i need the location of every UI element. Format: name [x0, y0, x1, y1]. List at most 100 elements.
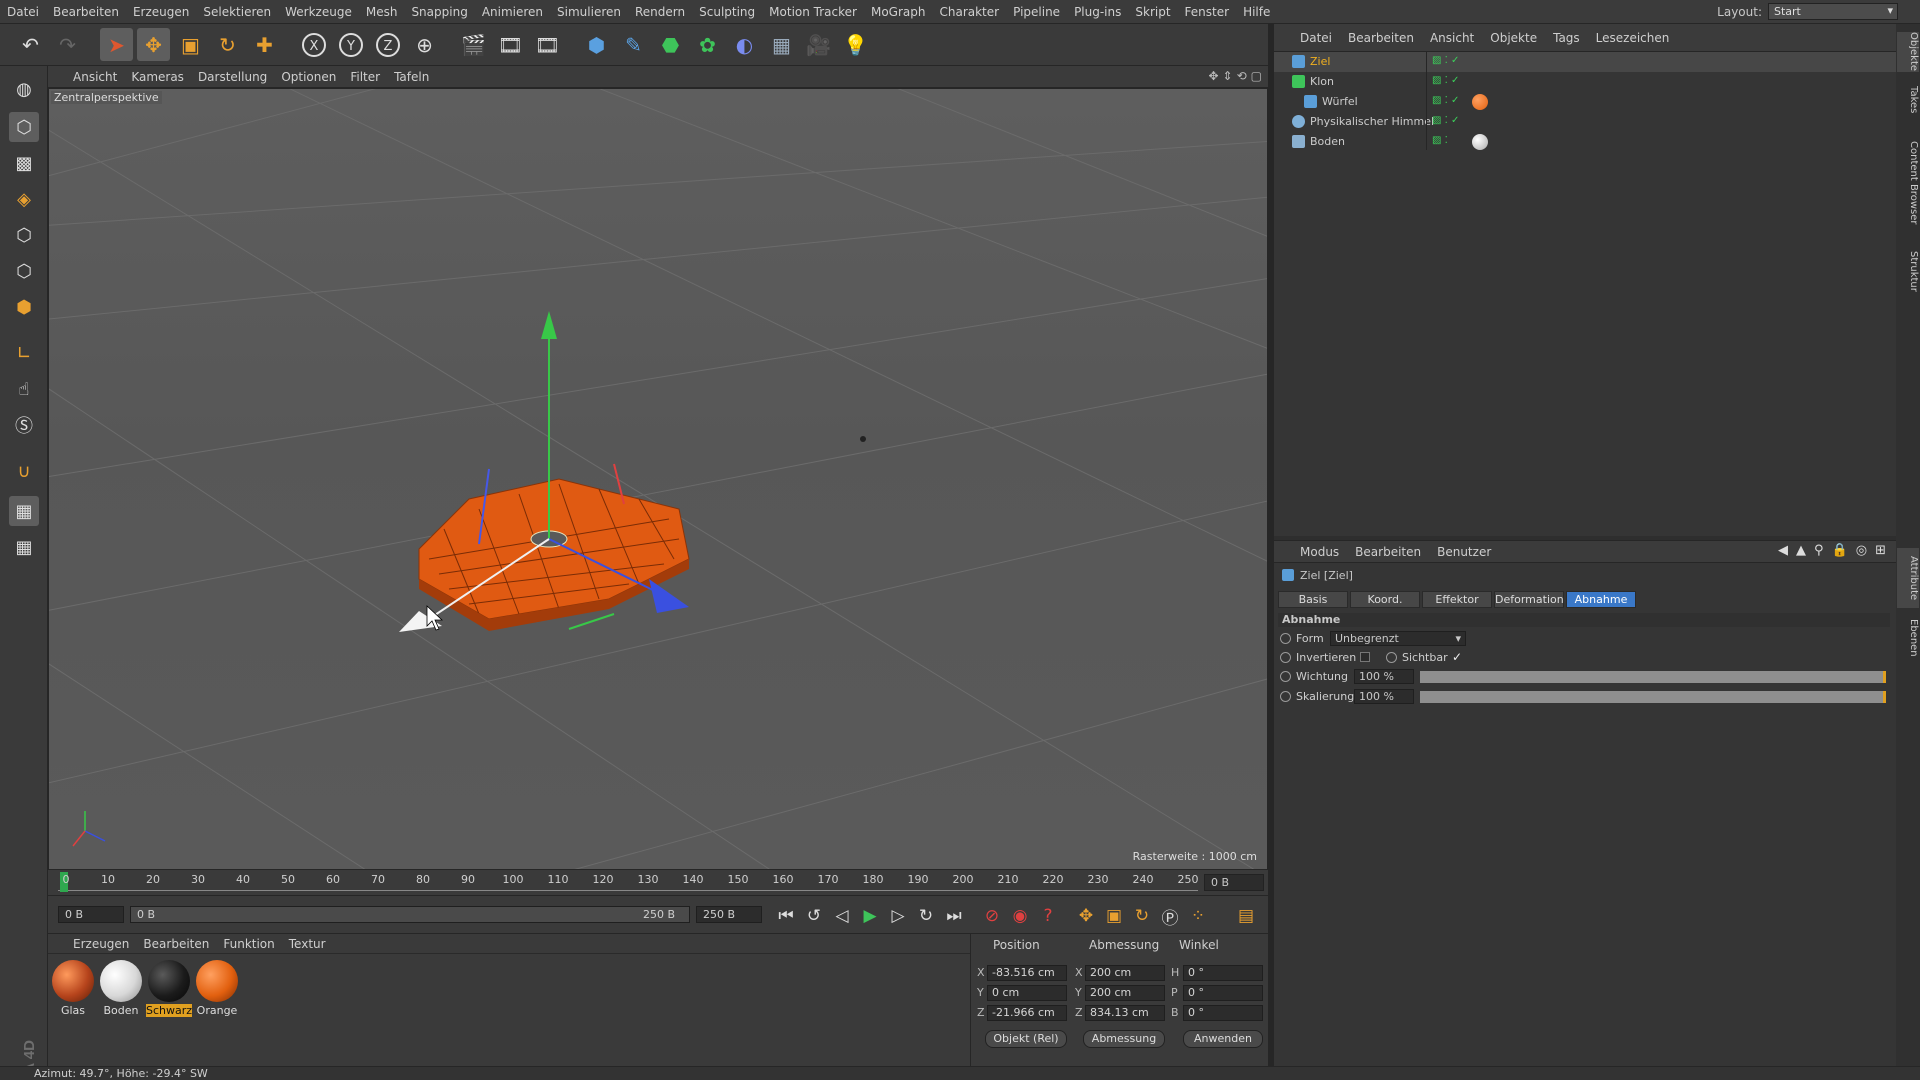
- axis-mode-icon[interactable]: ∟: [9, 338, 39, 368]
- obj-menu-ansicht[interactable]: Ansicht: [1422, 31, 1482, 45]
- menu-mesh[interactable]: Mesh: [359, 5, 405, 19]
- menu-skript[interactable]: Skript: [1128, 5, 1177, 19]
- material-swatch[interactable]: Schwarz: [146, 958, 192, 1018]
- layout-select[interactable]: Start: [1768, 3, 1898, 20]
- menu-animieren[interactable]: Animieren: [475, 5, 550, 19]
- mat-menu-bearbeiten[interactable]: Bearbeiten: [136, 937, 216, 951]
- 3d-viewport[interactable]: Zentralperspektive Rasterweite : 1000 cm: [48, 88, 1268, 870]
- start-frame-field[interactable]: 0 B: [58, 906, 124, 923]
- subdivision-icon[interactable]: ⬣: [654, 28, 687, 61]
- lock-z-icon[interactable]: Z: [371, 28, 404, 61]
- invert-checkbox[interactable]: [1360, 652, 1370, 662]
- size-x-field[interactable]: 200 cm: [1085, 965, 1165, 981]
- tab-deformation[interactable]: Deformation: [1494, 591, 1564, 608]
- lock-x-icon[interactable]: X: [297, 28, 330, 61]
- menu-snapping[interactable]: Snapping: [404, 5, 474, 19]
- material-tag-icon[interactable]: [1472, 94, 1488, 110]
- menu-rendern[interactable]: Rendern: [628, 5, 692, 19]
- animate-radio[interactable]: [1386, 652, 1397, 663]
- light-icon[interactable]: 💡: [839, 28, 872, 61]
- timeline-window-icon[interactable]: ▤: [1234, 904, 1258, 928]
- scale-field[interactable]: 100 %: [1354, 689, 1414, 704]
- new-panel-icon[interactable]: ⊞: [1875, 543, 1886, 558]
- menu-selektieren[interactable]: Selektieren: [196, 5, 278, 19]
- angle-b-field[interactable]: 0 °: [1183, 1005, 1263, 1021]
- tweak-mode-icon[interactable]: ☝: [9, 374, 39, 404]
- next-key-icon[interactable]: ↻: [914, 904, 938, 928]
- object-row-himmel[interactable]: Physikalischer Himmel ▨ ⁚ ✓: [1274, 112, 1896, 132]
- obj-menu-tags[interactable]: Tags: [1545, 31, 1588, 45]
- magnet-icon[interactable]: ∪: [9, 456, 39, 486]
- side-tab-content-browser[interactable]: Content Browser: [1897, 128, 1919, 238]
- side-tab-objekte[interactable]: Objekte: [1897, 32, 1919, 72]
- workplane-icon[interactable]: ◈: [9, 184, 39, 214]
- menu-fenster[interactable]: Fenster: [1178, 5, 1237, 19]
- settings-icon[interactable]: ◎: [1856, 543, 1867, 558]
- position-x-field[interactable]: -83.516 cm: [987, 965, 1067, 981]
- visibility-flags[interactable]: ▨ ⁚ ✓: [1432, 55, 1459, 66]
- tab-effektor[interactable]: Effektor: [1422, 591, 1492, 608]
- animate-radio[interactable]: [1280, 652, 1291, 663]
- undo-icon[interactable]: ↶: [14, 28, 47, 61]
- menu-hilfe[interactable]: Hilfe: [1236, 5, 1277, 19]
- tab-koord[interactable]: Koord.: [1350, 591, 1420, 608]
- range-slider[interactable]: 0 B 250 B: [130, 906, 690, 923]
- object-row-boden[interactable]: Boden ▨ ⁚: [1274, 132, 1896, 152]
- material-swatch[interactable]: Glas: [50, 958, 96, 1018]
- menu-datei[interactable]: Datei: [0, 5, 46, 19]
- obj-menu-datei[interactable]: Datei: [1292, 31, 1340, 45]
- current-frame-field[interactable]: 0 B: [1204, 874, 1264, 891]
- angle-p-field[interactable]: 0 °: [1183, 985, 1263, 1001]
- lock-icon[interactable]: 🔒: [1832, 543, 1848, 558]
- menu-erzeugen[interactable]: Erzeugen: [126, 5, 196, 19]
- material-swatch[interactable]: Boden: [98, 958, 144, 1018]
- render-picture-viewer-icon[interactable]: 🎞: [494, 28, 527, 61]
- key-rotation-icon[interactable]: ↻: [1130, 904, 1154, 928]
- texture-mode-icon[interactable]: ▩: [9, 148, 39, 178]
- material-swatch[interactable]: Orange: [194, 958, 240, 1018]
- attr-menu-bearbeiten[interactable]: Bearbeiten: [1347, 545, 1429, 559]
- menu-charakter[interactable]: Charakter: [932, 5, 1006, 19]
- polygons-mode-icon[interactable]: ⬢: [9, 292, 39, 322]
- position-z-field[interactable]: -21.966 cm: [987, 1005, 1067, 1021]
- angle-h-field[interactable]: 0 °: [1183, 965, 1263, 981]
- cube-icon[interactable]: ⬢: [580, 28, 613, 61]
- vp-menu-darstellung[interactable]: Darstellung: [191, 70, 274, 84]
- mat-menu-erzeugen[interactable]: Erzeugen: [66, 937, 136, 951]
- animate-radio[interactable]: [1280, 691, 1291, 702]
- cloner-icon[interactable]: ✿: [691, 28, 724, 61]
- up-icon[interactable]: ▲: [1796, 543, 1806, 558]
- size-z-field[interactable]: 834.13 cm: [1085, 1005, 1165, 1021]
- object-row-klon[interactable]: Klon ▨ ⁚ ✓: [1274, 72, 1896, 92]
- vp-menu-ansicht[interactable]: Ansicht: [66, 70, 124, 84]
- go-to-end-icon[interactable]: ⏭: [942, 904, 966, 928]
- prev-key-icon[interactable]: ↺: [802, 904, 826, 928]
- snap-icon[interactable]: Ⓢ: [9, 410, 39, 440]
- key-pla-icon[interactable]: ⁘: [1186, 904, 1210, 928]
- render-view-icon[interactable]: 🎬: [457, 28, 490, 61]
- redo-icon[interactable]: ↷: [51, 28, 84, 61]
- position-y-field[interactable]: 0 cm: [987, 985, 1067, 1001]
- search-icon[interactable]: ⚲: [1814, 543, 1824, 558]
- model-mode-icon[interactable]: ⬡: [9, 112, 39, 142]
- record-icon[interactable]: ⊘: [980, 904, 1004, 928]
- lock-workplane-icon[interactable]: ▦: [9, 496, 39, 526]
- size-y-field[interactable]: 200 cm: [1085, 985, 1165, 1001]
- keyframe-selection-icon[interactable]: ?: [1036, 904, 1060, 928]
- size-mode-dropdown[interactable]: Abmessung: [1083, 1030, 1165, 1048]
- menu-pipeline[interactable]: Pipeline: [1006, 5, 1067, 19]
- attr-menu-benutzer[interactable]: Benutzer: [1429, 545, 1499, 559]
- floor-icon[interactable]: ▦: [765, 28, 798, 61]
- vp-menu-filter[interactable]: Filter: [343, 70, 387, 84]
- object-row-wuerfel[interactable]: Würfel ▨ ⁚ ✓: [1274, 92, 1896, 112]
- menu-simulieren[interactable]: Simulieren: [550, 5, 628, 19]
- menu-plugins[interactable]: Plug-ins: [1067, 5, 1128, 19]
- add-icon[interactable]: ✚: [248, 28, 281, 61]
- visibility-flags[interactable]: ▨ ⁚ ✓: [1432, 115, 1459, 126]
- orbit-icon[interactable]: ⟲: [1237, 69, 1247, 83]
- menu-mograph[interactable]: MoGraph: [864, 5, 933, 19]
- timeline-ruler[interactable]: 0 10 20 30 40 50 60 70 80 90 100 110 120…: [48, 870, 1268, 896]
- make-editable-icon[interactable]: ◍: [9, 74, 39, 104]
- key-position-icon[interactable]: ✥: [1074, 904, 1098, 928]
- side-tab-ebenen[interactable]: Ebenen: [1897, 616, 1919, 660]
